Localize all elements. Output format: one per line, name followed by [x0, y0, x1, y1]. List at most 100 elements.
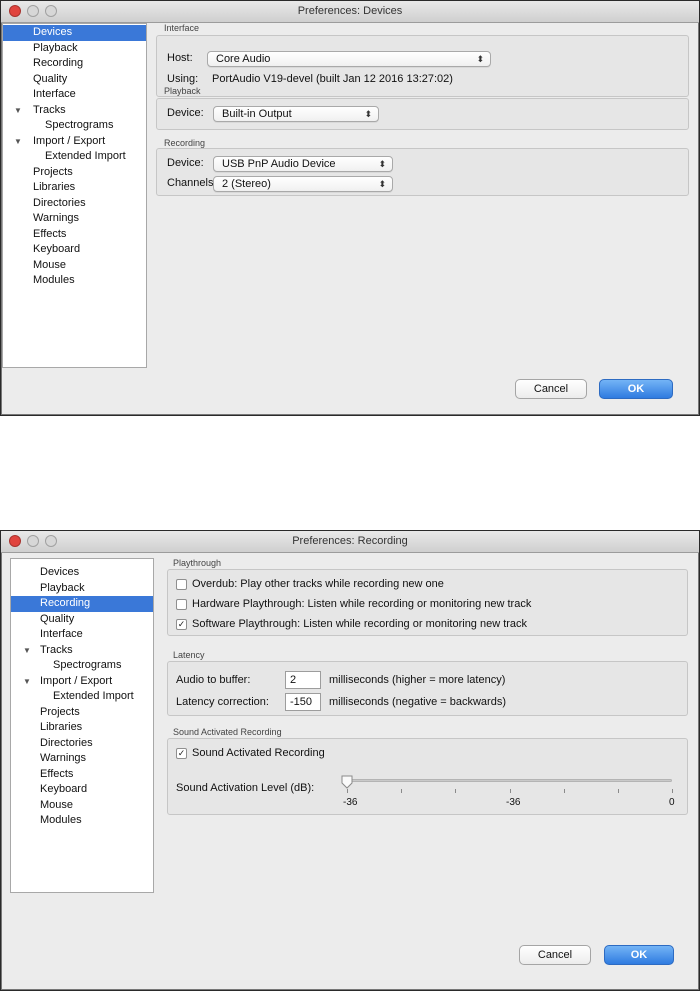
overdub-label[interactable]: Overdub: Play other tracks while recordi… [192, 578, 444, 590]
sidebar-item-spectrograms[interactable]: Spectrograms [3, 118, 146, 134]
sidebar-item-warnings[interactable]: Warnings [11, 751, 153, 767]
latency-group-title: Latency [173, 650, 205, 660]
disclosure-triangle-icon[interactable]: ▼ [23, 643, 31, 658]
preferences-category-list[interactable]: Devices Playback Recording Quality Interface… [2, 23, 147, 368]
slider-track[interactable] [347, 779, 672, 782]
playback-device-label: Device: [167, 107, 204, 119]
hardware-playthrough-checkbox[interactable] [176, 599, 187, 610]
slider-tick [564, 789, 565, 793]
disclosure-triangle-icon[interactable]: ▼ [14, 134, 22, 149]
slider-thumb-icon [341, 775, 353, 789]
sidebar-item-label: Extended Import [53, 690, 134, 702]
sidebar-item-interface[interactable]: Interface [11, 627, 153, 643]
sidebar-item-mouse[interactable]: Mouse [11, 798, 153, 814]
checkmark-icon: ✓ [177, 748, 186, 758]
host-select-value: Core Audio [216, 53, 271, 65]
sidebar-item-label: Libraries [40, 721, 83, 733]
sidebar-item-devices[interactable]: Devices [11, 565, 153, 581]
latency-group: Audio to buffer: 2 milliseconds (higher … [167, 661, 688, 716]
ok-button[interactable]: OK [604, 945, 674, 965]
sound-activated-checkbox[interactable]: ✓ [176, 748, 187, 759]
disclosure-triangle-icon[interactable]: ▼ [14, 103, 22, 118]
sidebar-item-mouse[interactable]: Mouse [3, 258, 146, 274]
sidebar-item-tracks[interactable]: ▼ Tracks [3, 103, 146, 119]
sidebar-item-recording[interactable]: Recording [11, 596, 153, 612]
sidebar-item-keyboard[interactable]: Keyboard [3, 242, 146, 258]
sidebar-item-label: Import / Export [40, 674, 113, 687]
sidebar-item-label: Directories [40, 736, 93, 749]
hardware-playthrough-label[interactable]: Hardware Playthrough: Listen while recor… [192, 598, 531, 610]
interface-group: Host: Core Audio ⬍ Using: PortAudio V19-… [156, 35, 689, 97]
sidebar-item-quality[interactable]: Quality [3, 72, 146, 88]
sidebar-item-spectrograms[interactable]: Spectrograms [11, 658, 153, 674]
playback-device-select[interactable]: Built-in Output ⬍ [213, 106, 379, 122]
sound-activated-group-title: Sound Activated Recording [173, 727, 282, 737]
sidebar-item-playback[interactable]: Playback [11, 581, 153, 597]
sidebar-item-label: Quality [33, 72, 68, 85]
recording-panel: Playthrough Overdub: Play other tracks w… [167, 558, 691, 848]
host-label: Host: [167, 52, 193, 64]
software-playthrough-label[interactable]: Software Playthrough: Listen while recor… [192, 618, 527, 630]
cancel-button[interactable]: Cancel [519, 945, 591, 965]
sidebar-item-warnings[interactable]: Warnings [3, 211, 146, 227]
sidebar-item-label: Directories [33, 196, 86, 209]
sidebar-item-extended-import[interactable]: Extended Import [3, 149, 146, 165]
playthrough-group: Overdub: Play other tracks while recordi… [167, 569, 688, 636]
sidebar-item-playback[interactable]: Playback [3, 41, 146, 57]
latency-correction-input[interactable]: -150 [285, 693, 321, 711]
select-arrows-icon: ⬍ [378, 159, 386, 169]
sidebar-item-label: Projects [40, 705, 80, 718]
slider-tick [672, 789, 673, 793]
sidebar-item-label: Playback [40, 581, 85, 594]
host-select[interactable]: Core Audio ⬍ [207, 51, 491, 67]
sidebar-item-projects[interactable]: Projects [11, 705, 153, 721]
playback-group: Device: Built-in Output ⬍ [156, 98, 689, 130]
audio-to-buffer-label: Audio to buffer: [176, 674, 251, 686]
sidebar-item-label: Import / Export [33, 134, 106, 147]
sidebar-item-extended-import[interactable]: Extended Import [11, 689, 153, 705]
sidebar-item-label: Warnings [33, 212, 80, 224]
sidebar-item-import-export[interactable]: ▼ Import / Export [11, 674, 153, 690]
recording-group: Device: USB PnP Audio Device ⬍ Channels:… [156, 148, 689, 196]
devices-panel: Interface Host: Core Audio ⬍ Using: Port… [156, 23, 691, 223]
sidebar-item-keyboard[interactable]: Keyboard [11, 782, 153, 798]
sidebar-item-projects[interactable]: Projects [3, 165, 146, 181]
playback-group-title: Playback [164, 86, 201, 96]
sidebar-item-interface[interactable]: Interface [3, 87, 146, 103]
sidebar-item-libraries[interactable]: Libraries [11, 720, 153, 736]
select-arrows-icon: ⬍ [364, 109, 372, 119]
sidebar-item-label: Recording [40, 597, 91, 609]
sidebar-item-recording[interactable]: Recording [3, 56, 146, 72]
sidebar-item-directories[interactable]: Directories [3, 196, 146, 212]
slider-thumb[interactable] [341, 775, 353, 789]
sidebar-item-modules[interactable]: Modules [3, 273, 146, 289]
channels-select[interactable]: 2 (Stereo) ⬍ [213, 176, 393, 192]
software-playthrough-checkbox[interactable]: ✓ [176, 619, 187, 630]
sidebar-item-import-export[interactable]: ▼ Import / Export [3, 134, 146, 150]
sound-activated-checkbox-label[interactable]: Sound Activated Recording [192, 747, 325, 759]
sidebar-item-devices[interactable]: Devices [3, 25, 146, 41]
cancel-button[interactable]: Cancel [515, 379, 587, 399]
window-titlebar[interactable]: Preferences: Recording [1, 531, 699, 553]
window-titlebar[interactable]: Preferences: Devices [1, 1, 699, 23]
sidebar-item-modules[interactable]: Modules [11, 813, 153, 829]
audio-to-buffer-input[interactable]: 2 [285, 671, 321, 689]
sidebar-item-label: Interface [40, 628, 83, 640]
sidebar-item-label: Extended Import [45, 150, 126, 162]
ok-button[interactable]: OK [599, 379, 673, 399]
sidebar-item-effects[interactable]: Effects [3, 227, 146, 243]
checkmark-icon: ✓ [177, 619, 186, 629]
sidebar-item-label: Tracks [33, 103, 66, 116]
sidebar-item-quality[interactable]: Quality [11, 612, 153, 628]
sidebar-item-effects[interactable]: Effects [11, 767, 153, 783]
recording-device-select[interactable]: USB PnP Audio Device ⬍ [213, 156, 393, 172]
overdub-checkbox[interactable] [176, 579, 187, 590]
preferences-category-list[interactable]: Devices Playback Recording Quality Interface… [10, 558, 154, 893]
sound-activated-group: ✓ Sound Activated Recording Sound Activa… [167, 738, 688, 815]
sound-activation-level-slider[interactable]: -36 -36 0 [341, 769, 678, 813]
sidebar-item-libraries[interactable]: Libraries [3, 180, 146, 196]
disclosure-triangle-icon[interactable]: ▼ [23, 674, 31, 689]
sidebar-item-tracks[interactable]: ▼ Tracks [11, 643, 153, 659]
sidebar-item-directories[interactable]: Directories [11, 736, 153, 752]
channels-label: Channels: [167, 177, 217, 189]
